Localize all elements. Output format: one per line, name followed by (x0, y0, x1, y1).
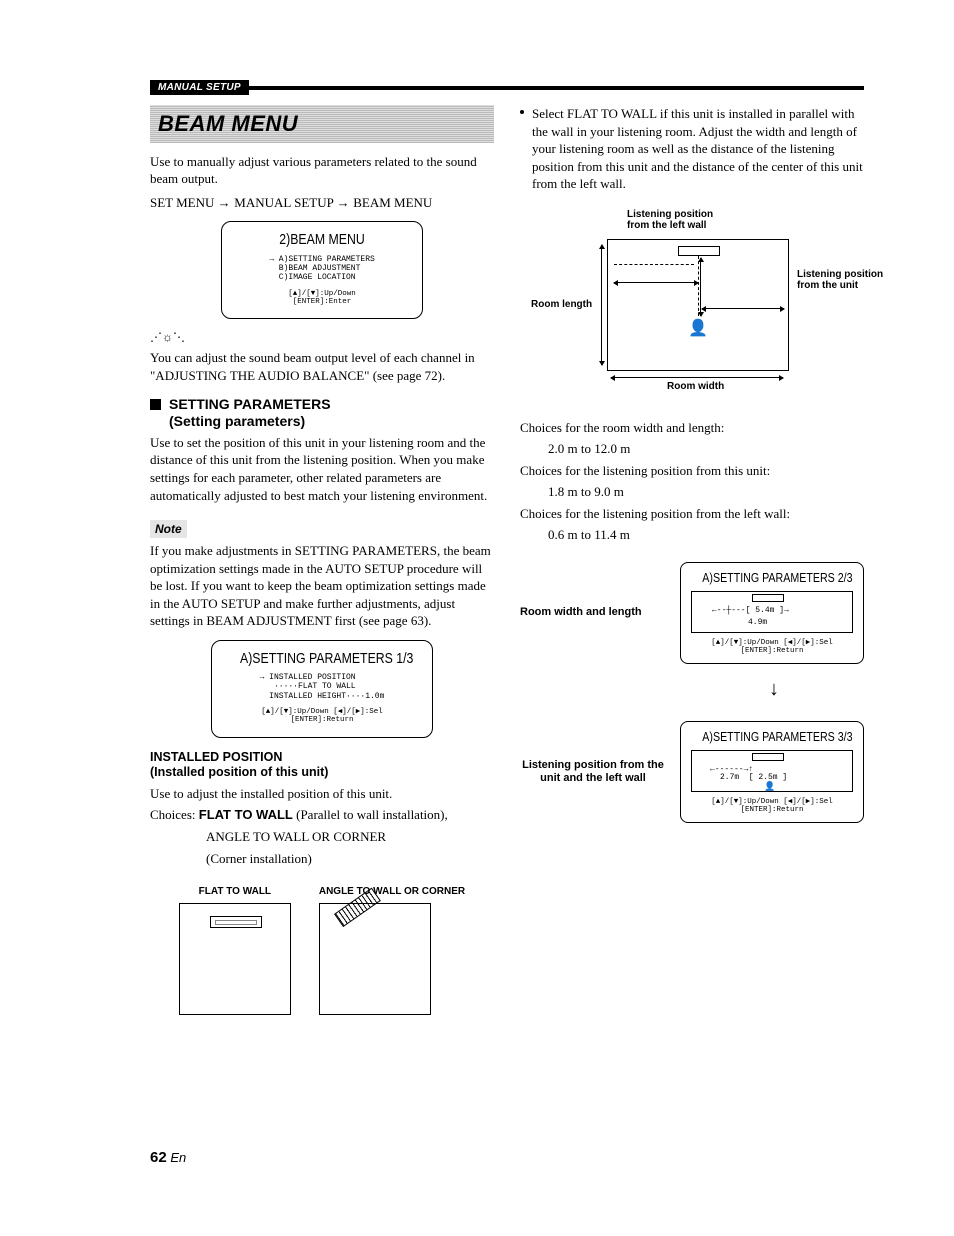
room-box: 👤 (607, 239, 789, 371)
range-listening-left: Choices for the listening position from … (520, 505, 864, 523)
tip-text: You can adjust the sound beam output lev… (150, 349, 494, 384)
listener-icon: 👤 (688, 318, 708, 340)
left-column: BEAM MENU Use to manually adjust various… (150, 105, 494, 1015)
install-diagrams: FLAT TO WALL ANGLE TO WALL OR CORNER (150, 873, 494, 1015)
installed-choices: Choices: FLAT TO WALL (Parallel to wall … (150, 806, 494, 824)
lcd-body: → A)SETTING PARAMETERS B)BEAM ADJUSTMENT… (269, 255, 375, 283)
installed-position-heading: INSTALLED POSITION (Installed position o… (150, 750, 494, 781)
bullet-icon (520, 110, 524, 114)
lcd-body: → INSTALLED POSITION ·····FLAT TO WALL I… (260, 673, 385, 701)
caption-bottom: Room width (667, 381, 724, 393)
lcd-hint: [▲]/[▼]:Up/Down [◀]/[▶]:Sel [ENTER]:Retu… (222, 708, 422, 725)
note-body: If you make adjustments in SETTING PARAM… (150, 542, 494, 630)
page-number: 62 En (150, 1149, 186, 1166)
tip-icon: ⋰☼⋱ (150, 329, 494, 345)
lcd-title: A)SETTING PARAMETERS 1/3 (240, 649, 404, 669)
lcd-hint: [▲]/[▼]:Up/Down [ENTER]:Enter (232, 290, 412, 307)
beam-intro: Use to manually adjust various parameter… (150, 153, 494, 188)
page: MANUAL SETUP BEAM MENU Use to manually a… (0, 0, 954, 1236)
flat-to-wall-diagram: FLAT TO WALL (179, 873, 291, 1015)
lcd-beam-menu: 2)BEAM MENU → A)SETTING PARAMETERS B)BEA… (221, 221, 423, 319)
columns: BEAM MENU Use to manually adjust various… (150, 105, 864, 1015)
room-figure: Listening position from the left wall Li… (557, 209, 827, 409)
unit-icon (210, 916, 262, 928)
header-tab: MANUAL SETUP (150, 80, 249, 95)
caption-left: Room length (531, 299, 592, 311)
range-listening-unit: Choices for the listening position from … (520, 462, 864, 480)
down-arrow-icon: ↓ (684, 676, 864, 703)
select-flat-paragraph: Select FLAT TO WALL if this unit is inst… (520, 105, 864, 193)
lcd-title: 2)BEAM MENU (248, 230, 396, 250)
range-width-length: Choices for the room width and length: (520, 419, 864, 437)
setting-parameters-body: Use to set the position of this unit in … (150, 434, 494, 504)
caption-right: Listening position from the unit (797, 269, 883, 292)
unit-icon (678, 246, 720, 256)
header-rule (249, 86, 864, 90)
arrow-icon: → (337, 195, 354, 210)
menu-path: SET MENU → MANUAL SETUP → BEAM MENU (150, 194, 494, 212)
lcd-setting-parameters-2: A)SETTING PARAMETERS 2/3 ←--┼---[ 5.4m ]… (680, 562, 864, 664)
note-label: Note (150, 520, 187, 538)
angle-to-wall-diagram: ANGLE TO WALL OR CORNER (319, 873, 465, 1015)
param-row-2: Room width and length A)SETTING PARAMETE… (520, 562, 864, 664)
right-column: Select FLAT TO WALL if this unit is inst… (520, 105, 864, 1015)
setting-parameters-heading: SETTING PARAMETERS (Setting parameters) (150, 396, 494, 430)
lcd-setting-parameters-1: A)SETTING PARAMETERS 1/3 → INSTALLED POS… (211, 640, 433, 738)
arrow-icon: → (218, 195, 235, 210)
header-strip: MANUAL SETUP (150, 80, 864, 95)
beam-menu-title: BEAM MENU (158, 111, 298, 136)
caption-top: Listening position from the left wall (627, 209, 713, 232)
installed-body: Use to adjust the installed position of … (150, 785, 494, 803)
lcd-setting-parameters-3: A)SETTING PARAMETERS 3/3 ←------→↑ 2.7m … (680, 721, 864, 823)
beam-menu-banner: BEAM MENU (150, 105, 494, 143)
param-row-3: Listening position from the unit and the… (520, 721, 864, 823)
square-bullet-icon (150, 399, 161, 410)
